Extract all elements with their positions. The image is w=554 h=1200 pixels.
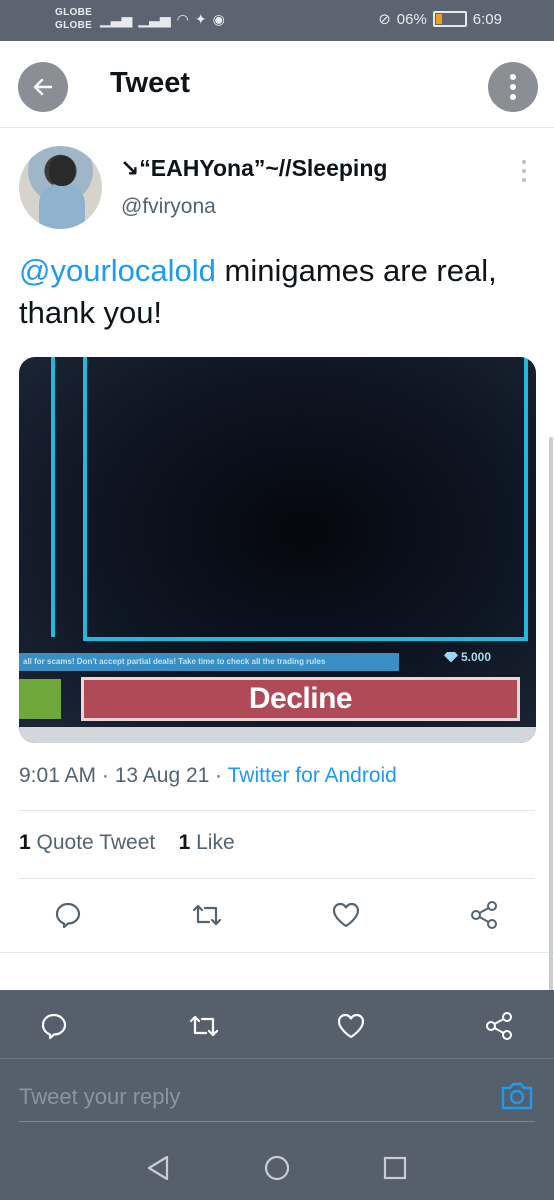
author-handle[interactable]: @fviryona	[121, 195, 216, 219]
like-stat[interactable]: 1 Like	[179, 831, 235, 854]
more-vertical-icon	[510, 74, 516, 100]
retweet-button[interactable]	[189, 897, 225, 933]
signal-icon: ▁▃▅	[100, 11, 133, 27]
nav-home-icon[interactable]	[264, 1155, 290, 1181]
diamond-count: 5.000	[461, 650, 492, 664]
back-button[interactable]	[18, 62, 68, 112]
divider	[0, 952, 554, 953]
carrier-1: GLOBE	[55, 7, 93, 18]
tweet-text: @yourlocalold minigames are real, thank …	[19, 250, 539, 334]
share-button[interactable]	[481, 1008, 517, 1044]
battery-percent: 06%	[396, 10, 427, 28]
nav-recents-icon[interactable]	[383, 1156, 407, 1180]
mention-link[interactable]: @yourlocalold	[19, 253, 216, 288]
tweet-source-link[interactable]: Twitter for Android	[228, 764, 397, 787]
battery-icon	[432, 11, 467, 27]
divider	[19, 810, 535, 811]
share-icon	[486, 1012, 512, 1040]
screen-bottom-edge	[19, 727, 536, 743]
like-button[interactable]	[328, 897, 364, 933]
author-display-name[interactable]: ↘“EAHYona”~//Sleeping	[120, 155, 387, 182]
diamond-counter: 5.000	[444, 650, 491, 664]
wifi-icon: ◠	[176, 11, 189, 27]
share-button[interactable]	[466, 897, 502, 933]
game-frame-left	[19, 357, 55, 637]
app-notification-icon: ◉	[212, 11, 225, 27]
status-right: ⊘ 06% 6:09	[378, 10, 502, 29]
signal-icon: ▁▃▅	[138, 11, 171, 27]
retweet-icon	[189, 1015, 219, 1037]
divider	[19, 878, 535, 879]
page-title: Tweet	[110, 67, 191, 99]
camera-icon[interactable]	[500, 1080, 534, 1112]
like-button[interactable]	[333, 1008, 369, 1044]
quote-tweet-stat[interactable]: 1 Quote Tweet	[19, 831, 155, 854]
system-navigation-bar	[0, 1135, 554, 1200]
tweet-date: 13 Aug 21	[114, 764, 210, 787]
heart-icon	[337, 1013, 365, 1039]
mute-icon: ⊘	[378, 11, 391, 28]
tweet-header: Tweet	[0, 41, 554, 128]
carrier-labels: GLOBE GLOBE	[55, 6, 92, 32]
carrier-2: GLOBE	[55, 20, 93, 31]
retweet-button[interactable]	[186, 1008, 222, 1044]
tweet-stats: 1 Quote Tweet 1 Like	[19, 831, 235, 855]
avatar[interactable]	[19, 146, 102, 229]
status-bar: GLOBE GLOBE ▁▃▅ ▁▃▅ ◠ ✦ ◉ ⊘ 06% 6:09	[0, 0, 554, 41]
tweet-media-image[interactable]: all for scams! Don't accept partial deal…	[19, 357, 536, 743]
diamond-icon	[444, 651, 458, 663]
scrollbar[interactable]	[549, 437, 553, 1057]
reply-button[interactable]	[36, 1008, 72, 1044]
tweet-menu-icon[interactable]	[522, 160, 528, 182]
bird-notification-icon: ✦	[194, 11, 207, 27]
reply-button[interactable]	[50, 897, 86, 933]
status-icons: ▁▃▅ ▁▃▅ ◠ ✦ ◉	[100, 9, 225, 29]
reply-icon	[41, 1013, 67, 1040]
tweet-meta: 9:01 AM · 13 Aug 21 · Twitter for Androi…	[19, 764, 397, 787]
retweet-icon	[192, 904, 222, 926]
reply-icon	[55, 902, 81, 929]
reply-underline	[19, 1121, 535, 1122]
nav-back-icon[interactable]	[146, 1155, 170, 1181]
heart-icon	[332, 902, 360, 928]
tweet-action-bar	[0, 885, 554, 945]
tweet-time: 9:01 AM	[19, 764, 97, 787]
clock: 6:09	[472, 10, 502, 28]
game-accept-button	[19, 679, 61, 719]
sticky-action-bar	[0, 996, 554, 1056]
arrow-left-icon	[33, 78, 53, 96]
game-decline-button: Decline	[81, 677, 520, 721]
more-options-button[interactable]	[488, 62, 538, 112]
game-frame-main	[83, 357, 528, 641]
reply-input[interactable]: Tweet your reply	[19, 1084, 180, 1110]
share-icon	[471, 901, 497, 929]
game-notice-banner: all for scams! Don't accept partial deal…	[19, 653, 399, 671]
